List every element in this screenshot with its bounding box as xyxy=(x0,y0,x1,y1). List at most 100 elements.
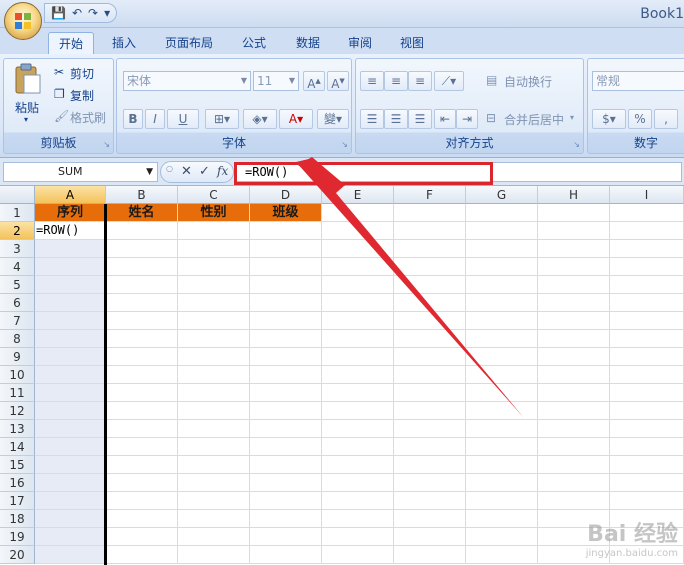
cell-a14[interactable] xyxy=(35,438,106,456)
cell-h8[interactable] xyxy=(538,330,610,348)
cell-f15[interactable] xyxy=(394,456,466,474)
orientation-button[interactable]: ⟋▾ xyxy=(434,71,464,91)
cell-c2[interactable] xyxy=(178,222,250,240)
cell-a4[interactable] xyxy=(35,258,106,276)
cell-i17[interactable] xyxy=(610,492,684,510)
cell-a1[interactable]: 序列 xyxy=(35,204,106,222)
cell-d9[interactable] xyxy=(250,348,322,366)
cell-h6[interactable] xyxy=(538,294,610,312)
cell-b7[interactable] xyxy=(106,312,178,330)
cell-e10[interactable] xyxy=(322,366,394,384)
cell-i6[interactable] xyxy=(610,294,684,312)
cell-h9[interactable] xyxy=(538,348,610,366)
cell-i12[interactable] xyxy=(610,402,684,420)
cell-i3[interactable] xyxy=(610,240,684,258)
cell-g16[interactable] xyxy=(466,474,538,492)
cell-f18[interactable] xyxy=(394,510,466,528)
cell-d1[interactable]: 班级 xyxy=(250,204,322,222)
cell-a17[interactable] xyxy=(35,492,106,510)
cell-h2[interactable] xyxy=(538,222,610,240)
decrease-indent-button[interactable]: ⇤ xyxy=(434,109,456,129)
cell-h12[interactable] xyxy=(538,402,610,420)
cell-e5[interactable] xyxy=(322,276,394,294)
align-middle-button[interactable]: ≡ xyxy=(384,71,408,91)
cell-d10[interactable] xyxy=(250,366,322,384)
cell-b10[interactable] xyxy=(106,366,178,384)
cell-f3[interactable] xyxy=(394,240,466,258)
cell-d14[interactable] xyxy=(250,438,322,456)
cell-g14[interactable] xyxy=(466,438,538,456)
cell-c13[interactable] xyxy=(178,420,250,438)
cell-f19[interactable] xyxy=(394,528,466,546)
cell-c7[interactable] xyxy=(178,312,250,330)
cell-e19[interactable] xyxy=(322,528,394,546)
tab-insert[interactable]: 插入 xyxy=(104,32,144,54)
cell-i8[interactable] xyxy=(610,330,684,348)
cell-i2[interactable] xyxy=(610,222,684,240)
undo-icon[interactable]: ↶ xyxy=(72,6,82,20)
cell-h5[interactable] xyxy=(538,276,610,294)
cell-a8[interactable] xyxy=(35,330,106,348)
cell-i4[interactable] xyxy=(610,258,684,276)
paste-button[interactable]: 粘贴 xyxy=(15,99,39,116)
cell-g18[interactable] xyxy=(466,510,538,528)
row-header-11[interactable]: 11 xyxy=(0,384,35,402)
cell-d2[interactable] xyxy=(250,222,322,240)
cell-b13[interactable] xyxy=(106,420,178,438)
cell-b14[interactable] xyxy=(106,438,178,456)
wrap-text-button[interactable]: 自动换行 xyxy=(504,73,552,90)
cell-h10[interactable] xyxy=(538,366,610,384)
cell-f12[interactable] xyxy=(394,402,466,420)
row-header-19[interactable]: 19 xyxy=(0,528,35,546)
cell-e12[interactable] xyxy=(322,402,394,420)
cell-d20[interactable] xyxy=(250,546,322,564)
cell-e20[interactable] xyxy=(322,546,394,564)
cell-f20[interactable] xyxy=(394,546,466,564)
column-header-g[interactable]: G xyxy=(466,186,538,204)
cell-i9[interactable] xyxy=(610,348,684,366)
underline-button[interactable]: U xyxy=(167,109,199,129)
clipboard-launcher-icon[interactable]: ↘ xyxy=(103,140,110,149)
cell-d8[interactable] xyxy=(250,330,322,348)
alignment-launcher-icon[interactable]: ↘ xyxy=(573,140,580,149)
insert-function-icon[interactable]: fx xyxy=(217,164,228,178)
column-header-f[interactable]: F xyxy=(394,186,466,204)
cell-h14[interactable] xyxy=(538,438,610,456)
row-header-2[interactable]: 2 xyxy=(0,222,35,240)
save-icon[interactable]: 💾 xyxy=(51,6,66,20)
row-header-6[interactable]: 6 xyxy=(0,294,35,312)
cell-b3[interactable] xyxy=(106,240,178,258)
cell-e9[interactable] xyxy=(322,348,394,366)
row-header-17[interactable]: 17 xyxy=(0,492,35,510)
cell-e2[interactable] xyxy=(322,222,394,240)
cell-i15[interactable] xyxy=(610,456,684,474)
italic-button[interactable]: I xyxy=(145,109,165,129)
cell-c16[interactable] xyxy=(178,474,250,492)
select-all-corner[interactable] xyxy=(0,186,35,204)
row-header-8[interactable]: 8 xyxy=(0,330,35,348)
cell-b11[interactable] xyxy=(106,384,178,402)
cell-g20[interactable] xyxy=(466,546,538,564)
cell-c17[interactable] xyxy=(178,492,250,510)
cell-b8[interactable] xyxy=(106,330,178,348)
cut-button[interactable]: 剪切 xyxy=(70,65,94,82)
tab-page-layout[interactable]: 页面布局 xyxy=(158,32,220,54)
redo-icon[interactable]: ↷ xyxy=(88,6,98,20)
cell-h3[interactable] xyxy=(538,240,610,258)
cell-a9[interactable] xyxy=(35,348,106,366)
cell-d5[interactable] xyxy=(250,276,322,294)
font-color-button[interactable]: A▾ xyxy=(279,109,313,129)
shrink-font-button[interactable]: A▼ xyxy=(327,71,349,91)
cell-e1[interactable] xyxy=(322,204,394,222)
cell-g2[interactable] xyxy=(466,222,538,240)
cell-g7[interactable] xyxy=(466,312,538,330)
chevron-down-icon[interactable]: ▼ xyxy=(146,163,153,181)
format-painter-button[interactable]: 格式刷 xyxy=(70,109,106,126)
align-center-button[interactable]: ☰ xyxy=(384,109,408,129)
cell-c15[interactable] xyxy=(178,456,250,474)
cell-e11[interactable] xyxy=(322,384,394,402)
cell-f10[interactable] xyxy=(394,366,466,384)
column-header-a[interactable]: A xyxy=(35,186,106,204)
row-header-1[interactable]: 1 xyxy=(0,204,35,222)
row-header-20[interactable]: 20 xyxy=(0,546,35,564)
